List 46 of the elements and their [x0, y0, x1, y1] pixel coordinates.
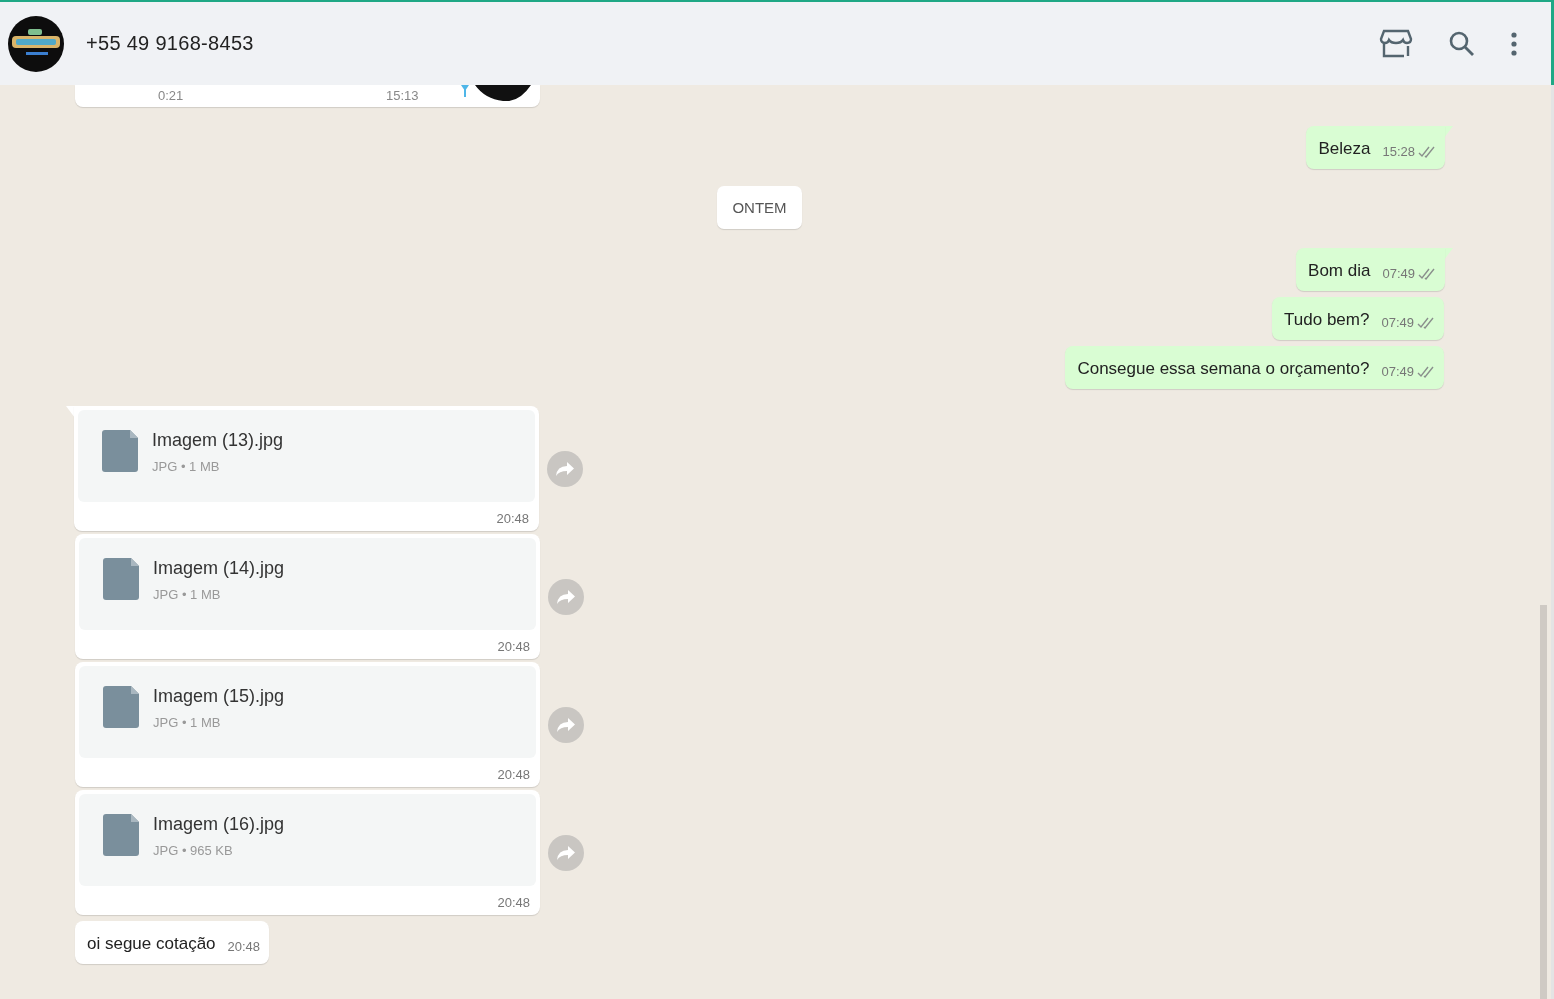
message-text: oi segue cotação [87, 933, 216, 955]
forward-icon [555, 460, 575, 477]
forward-icon [556, 716, 576, 733]
file-details: JPG • 1 MB [152, 459, 221, 474]
message-time: 20:48 [497, 638, 531, 655]
file-name: Imagem (16).jpg [153, 814, 285, 835]
file-details: JPG • 965 KB [153, 843, 234, 858]
document-message[interactable]: Imagem (14).jpg JPG • 1 MB 20:48 [75, 534, 540, 659]
forward-icon [556, 844, 576, 861]
contact-name: +55 49 9168-8453 [86, 32, 255, 55]
message-time: 15:13 [386, 88, 419, 103]
message-time: 07:49 [1381, 359, 1435, 385]
search-icon [1449, 30, 1475, 57]
file-icon [102, 430, 138, 472]
avatar-icon [459, 85, 531, 101]
forward-button[interactable] [548, 578, 584, 615]
document-message[interactable]: Imagem (13).jpg JPG • 1 MB 20:48 [74, 406, 539, 531]
document-message[interactable]: Imagem (15).jpg JPG • 1 MB 20:48 [75, 662, 540, 787]
message-text: Tudo bem? [1284, 309, 1370, 331]
file-icon [103, 558, 139, 600]
forward-button[interactable] [547, 450, 583, 487]
audio-duration: 0:21 [158, 88, 184, 103]
scrollbar[interactable] [1540, 605, 1547, 999]
message-time: 20:48 [227, 938, 261, 956]
menu-icon [1511, 31, 1517, 56]
message-text: Beleza [1318, 138, 1371, 160]
message-time: 20:48 [497, 894, 531, 911]
message-time: 20:48 [496, 510, 530, 527]
forward-button[interactable] [548, 706, 584, 743]
file-icon [103, 686, 139, 728]
forward-icon [556, 588, 576, 605]
message-text: Consegue essa semana o orçamento? [1077, 358, 1370, 380]
message-time: 15:28 [1382, 139, 1436, 165]
message-time: 07:49 [1381, 310, 1435, 336]
message-text: Bom dia [1308, 260, 1371, 282]
message-time: 20:48 [497, 766, 531, 783]
file-name: Imagem (14).jpg [153, 558, 285, 579]
document-message[interactable]: Imagem (16).jpg JPG • 965 KB 20:48 [75, 790, 540, 915]
file-details: JPG • 1 MB [153, 715, 222, 730]
file-name: Imagem (13).jpg [152, 430, 284, 451]
shop-icon [1379, 27, 1413, 60]
file-name: Imagem (15).jpg [153, 686, 285, 707]
message-time: 07:49 [1382, 261, 1436, 287]
file-icon [103, 814, 139, 856]
forward-button[interactable] [548, 834, 584, 871]
file-details: JPG • 1 MB [153, 587, 222, 602]
